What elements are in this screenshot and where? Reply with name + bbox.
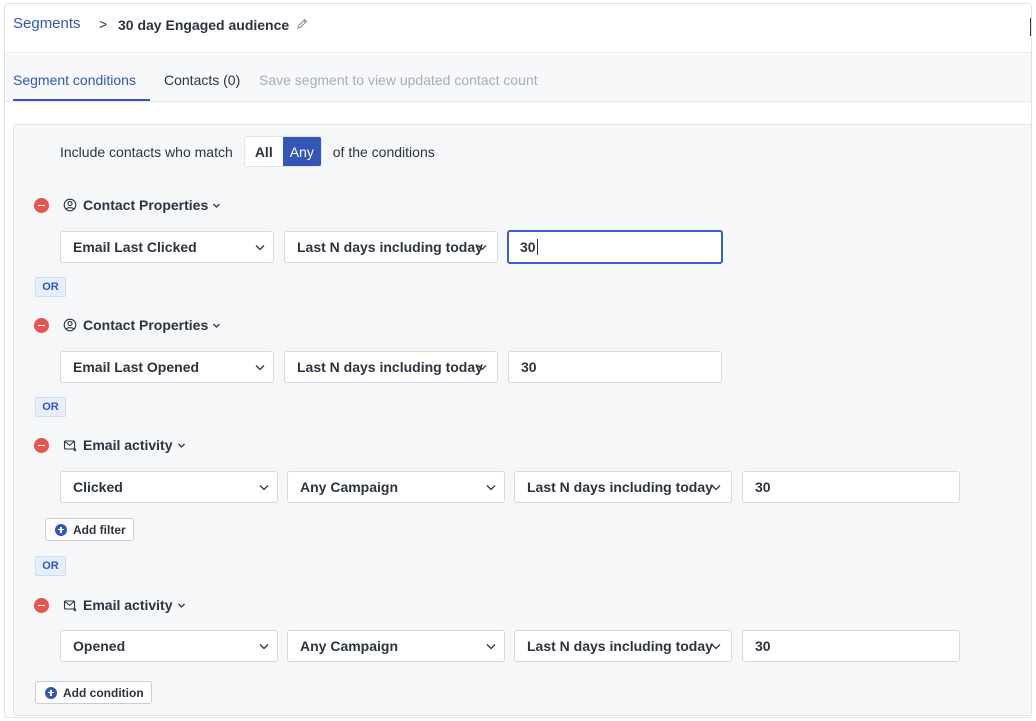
chevron-down-icon xyxy=(486,485,496,491)
activity-select-value: Opened xyxy=(73,638,126,654)
match-suffix-label: of the conditions xyxy=(332,143,435,160)
add-filter-button[interactable]: Add filter xyxy=(45,518,134,541)
chevron-down-icon xyxy=(177,603,185,608)
property-select-value: Email Last Clicked xyxy=(73,239,197,255)
days-value-text: 30 xyxy=(755,638,771,654)
chevron-down-icon xyxy=(213,323,221,328)
add-condition-label: Add condition xyxy=(63,685,144,700)
page-header: Segments > 30 day Engaged audience xyxy=(5,4,1031,53)
operator-select[interactable]: Last N days including today xyxy=(284,231,498,263)
envelope-icon xyxy=(63,440,77,452)
plus-circle-icon xyxy=(45,686,57,699)
or-badge: OR xyxy=(35,397,66,417)
active-tab-indicator xyxy=(13,99,150,101)
chevron-down-icon xyxy=(711,644,721,650)
days-value-input[interactable]: 30 xyxy=(508,351,722,383)
remove-condition-button[interactable] xyxy=(34,197,49,213)
condition-header: Email activity xyxy=(34,435,186,455)
conditions-panel: Include contacts who match All Any of th… xyxy=(13,124,1031,716)
campaign-select-value: Any Campaign xyxy=(300,638,399,654)
condition-header: Contact Properties xyxy=(34,195,221,215)
operator-select-value: Last N days including today xyxy=(527,479,713,495)
operator-select-value: Last N days including today xyxy=(297,239,483,255)
match-mode-toggle: All Any xyxy=(243,136,322,167)
days-value-input[interactable]: 30 xyxy=(742,471,960,503)
operator-select-value: Last N days including today xyxy=(297,359,483,375)
condition-type-dropdown[interactable]: Contact Properties xyxy=(83,317,208,333)
condition-type-dropdown[interactable]: Email activity xyxy=(83,597,173,613)
tab-contacts[interactable]: Contacts (0) xyxy=(164,72,240,88)
chevron-down-icon xyxy=(477,245,487,251)
campaign-select[interactable]: Any Campaign xyxy=(287,471,505,503)
days-value-input[interactable]: 30 xyxy=(507,230,723,264)
days-value-text: 30 xyxy=(521,359,537,375)
property-select-value: Email Last Opened xyxy=(73,359,200,375)
or-badge: OR xyxy=(35,556,66,576)
property-select[interactable]: Email Last Opened xyxy=(60,351,274,383)
chevron-down-icon xyxy=(486,644,496,650)
activity-select[interactable]: Clicked xyxy=(60,471,278,503)
match-prefix-label: Include contacts who match xyxy=(60,143,233,160)
chevron-down-icon xyxy=(177,443,185,448)
operator-select[interactable]: Last N days including today xyxy=(284,351,498,383)
or-badge: OR xyxy=(35,277,66,297)
user-circle-icon xyxy=(63,318,77,332)
condition-type-dropdown[interactable]: Email activity xyxy=(83,437,173,453)
tab-bar: Segment conditions Contacts (0) Save seg… xyxy=(5,54,1031,102)
breadcrumb-separator: > xyxy=(99,16,108,32)
condition-type-dropdown[interactable]: Contact Properties xyxy=(83,197,208,213)
campaign-select-value: Any Campaign xyxy=(300,479,399,495)
activity-select[interactable]: Opened xyxy=(60,630,278,662)
chevron-down-icon xyxy=(259,485,269,491)
chevron-down-icon xyxy=(711,485,721,491)
segment-title[interactable]: 30 day Engaged audience xyxy=(118,17,289,33)
segment-editor: Segments > 30 day Engaged audience Segme… xyxy=(4,3,1032,718)
breadcrumb-segments-link[interactable]: Segments xyxy=(13,15,81,32)
operator-select[interactable]: Last N days including today xyxy=(514,630,732,662)
operator-select-value: Last N days including today xyxy=(527,638,713,654)
chevron-down-icon xyxy=(255,365,265,371)
remove-condition-button[interactable] xyxy=(34,317,49,333)
chevron-down-icon xyxy=(259,644,269,650)
match-all-button[interactable]: All xyxy=(244,137,283,166)
activity-select-value: Clicked xyxy=(73,479,123,495)
chevron-down-icon xyxy=(255,245,265,251)
envelope-icon xyxy=(63,600,77,612)
add-filter-label: Add filter xyxy=(73,522,126,537)
match-mode-row: Include contacts who match All Any of th… xyxy=(60,136,435,167)
property-select[interactable]: Email Last Clicked xyxy=(60,231,274,263)
tab-segment-conditions[interactable]: Segment conditions xyxy=(13,72,136,88)
header-divider xyxy=(1030,18,1031,36)
chevron-down-icon xyxy=(477,365,487,371)
days-value-text: 30 xyxy=(755,479,771,495)
operator-select[interactable]: Last N days including today xyxy=(514,471,732,503)
user-circle-icon xyxy=(63,198,77,212)
match-any-button[interactable]: Any xyxy=(282,137,321,166)
campaign-select[interactable]: Any Campaign xyxy=(287,630,505,662)
contact-count-note: Save segment to view updated contact cou… xyxy=(259,72,538,88)
condition-header: Email activity xyxy=(34,595,186,615)
condition-header: Contact Properties xyxy=(34,315,221,335)
days-value-input[interactable]: 30 xyxy=(742,630,960,662)
remove-condition-button[interactable] xyxy=(34,597,49,613)
remove-condition-button[interactable] xyxy=(34,437,49,453)
pencil-icon[interactable] xyxy=(295,17,309,31)
add-condition-button[interactable]: Add condition xyxy=(35,681,152,704)
plus-circle-icon xyxy=(55,523,67,536)
chevron-down-icon xyxy=(213,203,221,208)
days-value-text: 30 xyxy=(520,239,536,255)
text-cursor xyxy=(536,239,538,255)
